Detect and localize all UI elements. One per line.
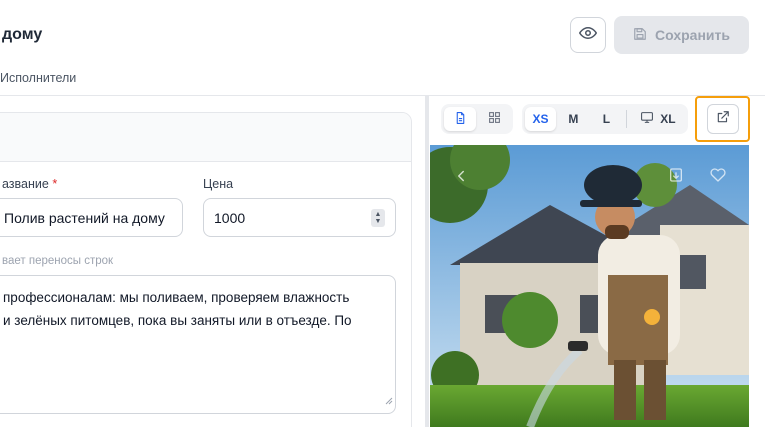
document-icon <box>454 111 467 128</box>
resize-handle-icon[interactable] <box>385 389 393 412</box>
panel-splitter[interactable] <box>425 96 429 427</box>
name-input[interactable]: Полив растений на дому <box>0 198 183 237</box>
download-icon[interactable] <box>668 167 684 183</box>
page-title: дому <box>2 26 43 43</box>
price-value: 1000 <box>214 209 246 226</box>
form-card-header <box>0 113 411 162</box>
view-mode-toggle <box>441 104 513 134</box>
eye-icon <box>579 24 597 47</box>
tabs-divider <box>0 95 765 96</box>
tab-performers[interactable]: Исполнители <box>0 71 76 85</box>
monitor-icon <box>640 111 654 127</box>
size-xl-label: XL <box>660 112 676 126</box>
required-mark: * <box>52 177 58 191</box>
document-view-button[interactable] <box>444 107 476 131</box>
save-button[interactable]: Сохранить <box>614 16 749 54</box>
size-xl-button[interactable]: XL <box>631 107 685 131</box>
price-label: Цена <box>203 177 234 191</box>
heart-icon[interactable] <box>710 167 726 183</box>
arrow-left-icon[interactable] <box>452 167 470 185</box>
service-photo <box>430 145 749 427</box>
name-label: азвание * <box>2 177 58 191</box>
number-stepper[interactable]: ▲ ▼ <box>371 209 385 227</box>
size-toggle: XS M L XL <box>522 104 688 134</box>
size-toggle-separator <box>625 110 627 128</box>
price-input[interactable]: 1000 ▲ ▼ <box>203 198 396 237</box>
size-m-button[interactable]: M <box>558 107 589 131</box>
grid-icon <box>488 111 501 127</box>
save-button-label: Сохранить <box>655 27 730 43</box>
description-line: и зелёных питомцев, пока вы заняты или в… <box>3 313 352 328</box>
floppy-disk-icon <box>633 27 647 44</box>
open-external-highlight <box>695 96 750 142</box>
size-l-button[interactable]: L <box>591 107 622 131</box>
external-link-icon <box>716 110 730 129</box>
size-xs-button[interactable]: XS <box>525 107 556 131</box>
description-hint: вает переносы строк <box>2 255 114 267</box>
open-external-button[interactable] <box>706 104 739 134</box>
preview-button[interactable] <box>570 17 606 53</box>
description-line: профессионалам: мы поливаем, проверяем в… <box>3 290 350 305</box>
grid-view-button[interactable] <box>478 107 510 131</box>
description-textarea[interactable]: профессионалам: мы поливаем, проверяем в… <box>0 275 396 414</box>
